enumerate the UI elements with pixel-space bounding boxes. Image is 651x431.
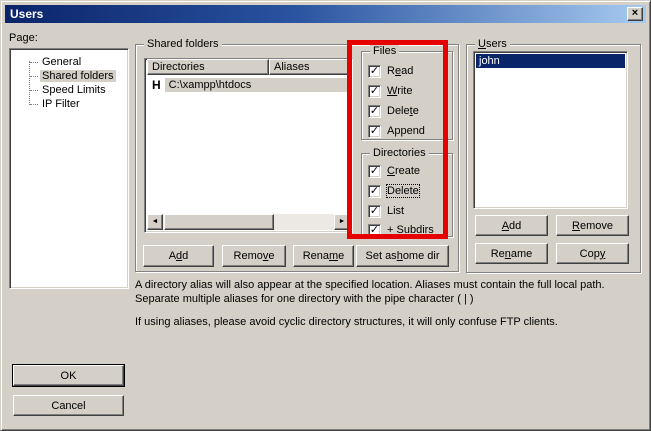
write-checkbox-row[interactable]: Write [368,84,412,98]
users-group-label: Users [475,38,510,50]
write-checkbox[interactable] [368,85,381,98]
users-dialog: Users × Page: General Shared folders Spe… [0,0,651,431]
page-item-general[interactable]: General [30,55,83,69]
alias-info-text: A directory alias will also appear at th… [135,278,620,306]
directory-row[interactable]: H C:\xampp\htdocs [147,77,350,92]
directory-path: C:\xampp\htdocs [165,78,350,92]
create-checkbox[interactable] [368,165,381,178]
page-label: Page: [9,32,38,44]
set-as-home-dir-button[interactable]: Set as home dir [356,245,449,267]
directories-group: Directories Create Delete List + Subdirs [361,153,453,237]
read-checkbox-row[interactable]: Read [368,64,413,78]
page-item-ip-filter[interactable]: IP Filter [30,97,82,111]
directories-group-label: Directories [370,147,429,159]
read-checkbox[interactable] [368,65,381,78]
list-checkbox[interactable] [368,205,381,218]
copy-user-button[interactable]: Copy [556,243,629,264]
delete-dirs-checkbox-row[interactable]: Delete [368,184,419,198]
delete-files-checkbox[interactable] [368,105,381,118]
rename-user-button[interactable]: Rename [475,243,548,264]
close-icon[interactable]: × [627,7,643,21]
cyclic-warning-text: If using aliases, please avoid cyclic di… [135,315,620,329]
title-bar[interactable]: Users × [5,5,646,23]
page-list[interactable]: General Shared folders Speed Limits IP F… [9,48,129,289]
page-item-shared-folders[interactable]: Shared folders [30,69,116,83]
list-checkbox-row[interactable]: List [368,204,404,218]
files-group: Files Read Write Delete Append [361,51,453,140]
rename-folder-button[interactable]: Rename [293,245,354,267]
scrollbar-thumb[interactable] [164,214,274,230]
remove-user-button[interactable]: Remove [556,215,629,236]
column-header-directories[interactable]: Directories [147,59,269,75]
add-user-button[interactable]: Add [475,215,548,236]
horizontal-scrollbar[interactable]: ◄ ► [147,214,350,230]
append-checkbox-row[interactable]: Append [368,124,425,138]
cancel-button[interactable]: Cancel [13,395,124,416]
remove-folder-button[interactable]: Remove [222,245,286,267]
shared-folders-group-label: Shared folders [144,38,222,50]
page-item-speed-limits[interactable]: Speed Limits [30,83,108,97]
subdirs-checkbox-row[interactable]: + Subdirs [368,223,434,237]
user-row-john[interactable]: john [476,54,625,68]
window-title: Users [10,7,43,21]
scroll-right-icon[interactable]: ► [334,214,350,230]
home-marker: H [147,78,165,92]
add-folder-button[interactable]: Add [143,245,214,267]
directories-list[interactable]: Directories Aliases H C:\xampp\htdocs ◄ … [144,58,353,233]
create-checkbox-row[interactable]: Create [368,164,420,178]
append-checkbox[interactable] [368,125,381,138]
column-header-aliases[interactable]: Aliases [269,59,352,75]
ok-button[interactable]: OK [13,365,124,386]
delete-files-checkbox-row[interactable]: Delete [368,104,419,118]
files-group-label: Files [370,45,399,57]
subdirs-checkbox[interactable] [368,224,381,237]
users-list[interactable]: john [473,51,628,209]
delete-dirs-checkbox[interactable] [368,185,381,198]
scroll-left-icon[interactable]: ◄ [147,214,163,230]
